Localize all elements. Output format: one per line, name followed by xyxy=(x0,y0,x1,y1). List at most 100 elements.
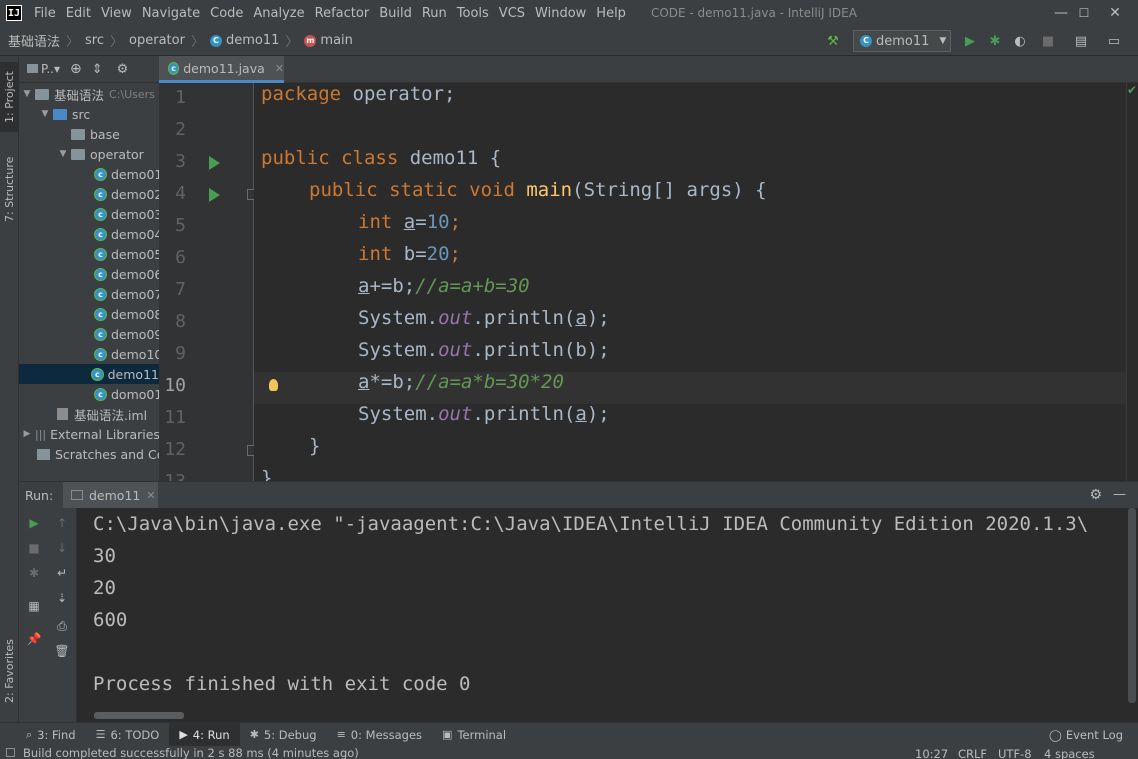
close-window-button[interactable]: ✕ xyxy=(1092,0,1138,26)
project-view-select[interactable]: P..▾ xyxy=(27,62,60,76)
run-configuration-select[interactable]: C demo11 ▼ xyxy=(853,30,951,52)
file-encoding[interactable]: UTF-8 xyxy=(998,746,1032,759)
scroll-to-end-icon[interactable]: ⇣ xyxy=(55,591,69,605)
scroll-up-icon[interactable]: ↑ xyxy=(55,516,69,530)
console-output[interactable]: C:\Java\bin\java.exe "-javaagent:C:\Java… xyxy=(77,508,1138,722)
tab-debug[interactable]: ✱ 5: Debug xyxy=(240,723,327,747)
menu-vcs[interactable]: VCS xyxy=(494,6,530,21)
tab-todo[interactable]: ☰ 6: TODO xyxy=(86,723,170,747)
menu-edit[interactable]: Edit xyxy=(61,6,96,21)
tree-file[interactable]: c demo08 xyxy=(94,304,159,324)
collapse-all-icon[interactable]: ⇕ xyxy=(92,62,103,77)
tab-project[interactable]: 1: Project xyxy=(0,62,19,132)
caret-position[interactable]: 10:27 xyxy=(915,746,948,759)
tab-find[interactable]: ⌕ 3: Find xyxy=(16,723,86,747)
breadcrumb-project[interactable]: 基础语法 xyxy=(8,31,60,50)
tree-external-libraries[interactable]: ▶ ||| External Libraries xyxy=(21,424,159,444)
menu-tools[interactable]: Tools xyxy=(452,6,494,21)
menu-help[interactable]: Help xyxy=(591,6,631,21)
menu-build[interactable]: Build xyxy=(374,6,417,21)
breadcrumb-operator[interactable]: operator xyxy=(129,33,185,48)
tree-base[interactable]: base xyxy=(71,124,120,144)
run-class-icon[interactable] xyxy=(209,156,220,170)
close-icon[interactable]: ✕ xyxy=(275,62,284,75)
folder-icon xyxy=(27,64,38,73)
code-editor[interactable]: package operator; public class demo11 { … xyxy=(254,83,1134,481)
line-separator[interactable]: CRLF xyxy=(958,746,987,759)
tree-operator[interactable]: ▼ operator xyxy=(57,144,144,164)
tree-scratches[interactable]: Scratches and Co xyxy=(37,444,159,464)
tree-file[interactable]: c demo09 xyxy=(94,324,159,344)
pin-icon[interactable]: 📌 xyxy=(27,632,42,646)
tree-file-label: demo04 xyxy=(111,226,159,242)
close-icon[interactable]: ✕ xyxy=(146,489,155,502)
run-tab-demo11[interactable]: demo11 ✕ xyxy=(63,482,158,509)
dump-threads-icon[interactable]: ✱ xyxy=(27,566,41,580)
event-log-button[interactable]: ◯ Event Log xyxy=(1049,723,1123,747)
tab-terminal[interactable]: ▣ Terminal xyxy=(432,723,516,747)
tree-file[interactable]: c demo01 xyxy=(94,164,159,184)
tab-terminal-label: Terminal xyxy=(457,727,507,742)
tree-scratches-label: Scratches and Co xyxy=(55,446,159,462)
settings-gear-icon[interactable]: ⚙ xyxy=(1089,487,1102,503)
tree-file[interactable]: c domo01 xyxy=(94,384,159,404)
breadcrumb-src[interactable]: src xyxy=(85,33,104,48)
scroll-down-icon[interactable]: ↓ xyxy=(55,541,69,555)
tab-demo11-java[interactable]: c demo11.java ✕ xyxy=(159,56,284,83)
intention-lightbulb-icon[interactable] xyxy=(269,379,278,391)
menu-analyze[interactable]: Analyze xyxy=(248,6,309,21)
tab-run[interactable]: ▶ 4: Run xyxy=(169,722,240,747)
menu-window[interactable]: Window xyxy=(530,6,591,21)
tree-file[interactable]: c demo07 xyxy=(94,284,159,304)
layout-icon[interactable]: ▦ xyxy=(27,599,41,613)
tab-structure[interactable]: 7: Structure xyxy=(0,148,19,230)
build-hammer-icon[interactable]: ⚒ xyxy=(825,33,841,49)
stop-icon[interactable]: ■ xyxy=(1040,33,1056,49)
locate-crosshair-icon[interactable]: ⊕ xyxy=(70,61,82,77)
tree-file-selected[interactable]: c demo11 xyxy=(19,364,159,384)
tree-file[interactable]: c demo05 xyxy=(94,244,159,264)
debug-bug-icon[interactable]: ✱ xyxy=(987,33,1003,49)
tree-file[interactable]: c demo02 xyxy=(94,184,159,204)
menu-refactor[interactable]: Refactor xyxy=(310,6,375,21)
tree-root[interactable]: ▼ 基础语法 C:\Users xyxy=(21,84,155,104)
tab-messages[interactable]: ≡ 0: Messages xyxy=(327,723,432,747)
print-icon[interactable]: ⎙ xyxy=(55,619,69,633)
tree-file[interactable]: c demo10 xyxy=(94,344,159,364)
tree-src[interactable]: ▼ src xyxy=(39,104,91,124)
settings-gear-icon[interactable]: ⚙ xyxy=(117,62,129,77)
menu-run[interactable]: Run xyxy=(417,6,452,21)
tree-file[interactable]: c demo06 xyxy=(94,264,159,284)
stop-icon[interactable]: ■ xyxy=(27,541,41,555)
package-icon xyxy=(71,128,85,140)
run-main-icon[interactable] xyxy=(209,188,220,202)
java-class-icon: c xyxy=(94,247,107,261)
indent-setting[interactable]: 4 spaces xyxy=(1044,746,1095,759)
menu-file[interactable]: File xyxy=(29,6,61,21)
tree-file[interactable]: c demo03 xyxy=(94,204,159,224)
code-line-9: System.out.println(b); xyxy=(358,339,610,371)
tree-file[interactable]: c demo04 xyxy=(94,224,159,244)
menu-view[interactable]: View xyxy=(96,6,137,21)
breadcrumb-main[interactable]: m main xyxy=(304,33,353,48)
java-class-icon: c xyxy=(94,307,107,321)
toggle-presentation-icon[interactable]: ▭ xyxy=(1106,33,1122,49)
clear-trash-icon[interactable]: 🗑 xyxy=(54,644,69,658)
status-message[interactable]: Build completed successfully in 2 s 88 m… xyxy=(23,746,359,759)
tab-favorites[interactable]: 2: Favorites xyxy=(0,628,19,714)
class-icon: C xyxy=(860,35,872,47)
project-structure-icon[interactable]: ▤ xyxy=(1073,33,1089,49)
breadcrumb-demo11[interactable]: Cdemo11 xyxy=(209,33,279,48)
tree-iml[interactable]: 基础语法.iml xyxy=(57,404,147,424)
soft-wrap-icon[interactable]: ↵ xyxy=(55,566,69,580)
console-horizontal-scrollbar[interactable] xyxy=(94,712,184,719)
expand-down-icon: ▼ xyxy=(41,109,49,119)
menu-navigate[interactable]: Navigate xyxy=(137,6,205,21)
console-vertical-scrollbar[interactable] xyxy=(1128,508,1136,703)
menu-code[interactable]: Code xyxy=(205,6,248,21)
hide-panel-icon[interactable]: — xyxy=(1113,487,1126,502)
run-icon[interactable]: ▶ xyxy=(962,33,978,49)
coverage-icon[interactable]: ◐ xyxy=(1012,33,1028,49)
rerun-icon[interactable]: ▶ xyxy=(27,516,41,530)
editor-scrollbar[interactable]: ✔ xyxy=(1126,83,1138,481)
